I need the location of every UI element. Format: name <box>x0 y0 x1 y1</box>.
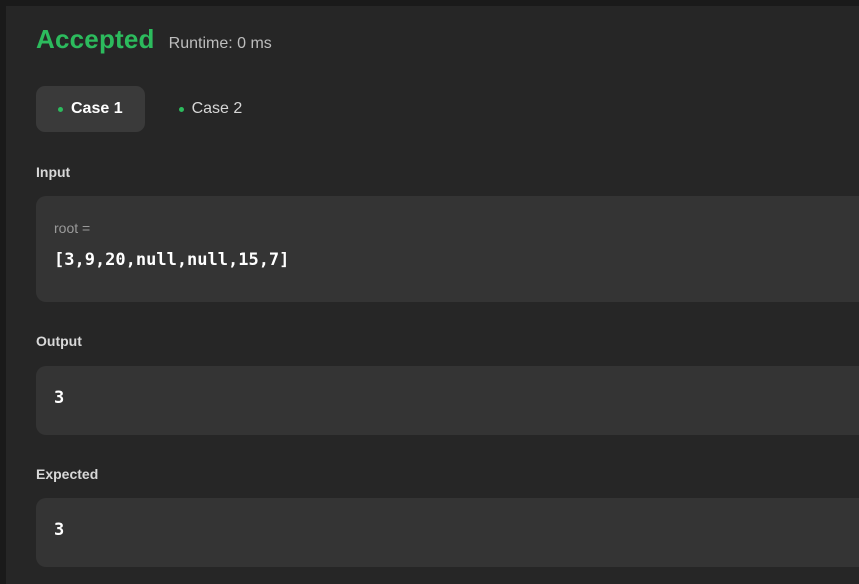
tab-case-2[interactable]: Case 2 <box>157 86 265 132</box>
tab-case-1[interactable]: Case 1 <box>36 86 145 132</box>
expected-box: 3 <box>36 498 859 567</box>
input-label: Input <box>36 164 71 180</box>
param-name: root = <box>54 220 91 236</box>
output-label: Output <box>36 333 82 349</box>
output-value: 3 <box>54 388 65 408</box>
testcase-result-panel: Accepted Runtime: 0 ms Case 1 Case 2 Inp… <box>0 0 859 584</box>
tab-label: Case 1 <box>71 100 123 117</box>
input-box: root = [3,9,20,null,null,15,7] <box>36 196 859 302</box>
tab-label: Case 2 <box>191 100 243 117</box>
output-box: 3 <box>36 366 859 435</box>
input-value: [3,9,20,null,null,15,7] <box>54 250 290 270</box>
passed-dot-icon <box>178 106 184 112</box>
passed-dot-icon <box>58 106 63 112</box>
expected-label: Expected <box>36 466 99 482</box>
result-header: Accepted Runtime: 0 ms <box>36 24 272 55</box>
case-tabs: Case 1 Case 2 <box>36 86 264 132</box>
runtime-text: Runtime: 0 ms <box>168 35 272 52</box>
status-accepted: Accepted <box>36 24 155 54</box>
expected-value: 3 <box>54 520 65 540</box>
